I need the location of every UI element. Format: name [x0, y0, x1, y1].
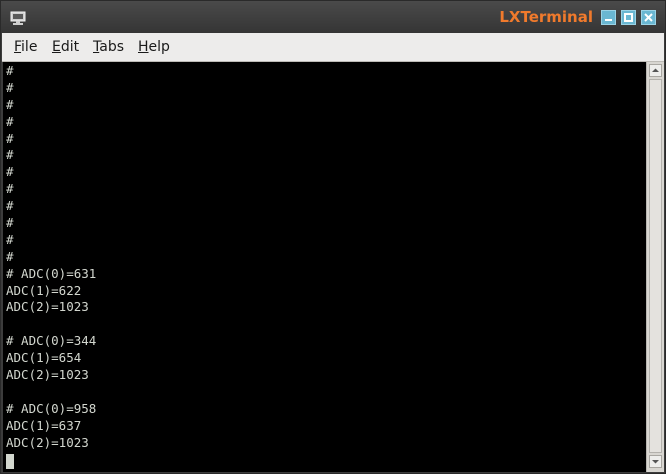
vertical-scrollbar[interactable]	[646, 62, 664, 472]
terminal-output-area[interactable]: # # # # # # # # # # # # # ADC(0)=631 ADC(1)=622 ADC(2)…	[3, 62, 646, 472]
terminal-line: ADC(2)=1023	[6, 367, 89, 383]
terminal-line: #	[6, 63, 14, 78]
terminal-line: #	[6, 130, 14, 146]
terminal-line: ADC(2)=1023	[6, 434, 89, 450]
terminal-line: ADC(1)=622	[6, 282, 82, 298]
terminal-monitor-icon[interactable]	[10, 10, 26, 26]
menu-edit[interactable]: Edit	[52, 39, 79, 55]
terminal-line: ADC(2)=1023	[6, 299, 89, 315]
close-icon	[644, 13, 653, 22]
close-button[interactable]	[641, 10, 656, 25]
terminal-line: #	[6, 248, 14, 264]
scroll-down-button[interactable]	[649, 455, 662, 468]
title-bar[interactable]: LXTerminal	[1, 1, 665, 33]
scroll-thumb[interactable]	[649, 79, 662, 453]
terminal-line: # ADC(0)=631	[6, 265, 97, 281]
terminal-window: LXTerminal File Edit Tabs Help # # # # # # # # #…	[0, 0, 666, 474]
terminal-line: ADC(1)=637	[6, 417, 82, 433]
terminal-line: #	[6, 96, 14, 112]
terminal-line: #	[6, 215, 14, 231]
menu-tabs[interactable]: Tabs	[93, 39, 124, 55]
terminal-line: #	[6, 147, 14, 163]
minimize-icon	[605, 19, 612, 21]
window-title: LXTerminal	[499, 8, 593, 26]
arrow-down-icon	[652, 460, 659, 464]
terminal-cursor	[6, 454, 14, 469]
terminal-line: #	[6, 231, 14, 247]
terminal-line: # ADC(0)=344	[6, 333, 97, 349]
terminal-line: #	[6, 181, 14, 197]
maximize-button[interactable]	[621, 10, 636, 25]
terminal-line: # ADC(0)=958	[6, 400, 97, 416]
maximize-icon	[624, 13, 633, 22]
menu-bar: File Edit Tabs Help	[2, 33, 664, 62]
terminal-line: #	[6, 113, 14, 129]
scroll-up-button[interactable]	[649, 64, 662, 77]
menu-help[interactable]: Help	[138, 39, 170, 55]
menu-file[interactable]: File	[14, 39, 37, 55]
terminal-text: # # # # # # # # # # # # # ADC(0)=631 ADC(1)=622 ADC(2)…	[6, 63, 96, 451]
minimize-button[interactable]	[601, 10, 616, 25]
terminal-line: ADC(1)=654	[6, 350, 82, 366]
terminal-line: #	[6, 198, 14, 214]
arrow-up-icon	[652, 68, 659, 72]
terminal-line: #	[6, 79, 14, 95]
terminal-line: #	[6, 164, 14, 180]
